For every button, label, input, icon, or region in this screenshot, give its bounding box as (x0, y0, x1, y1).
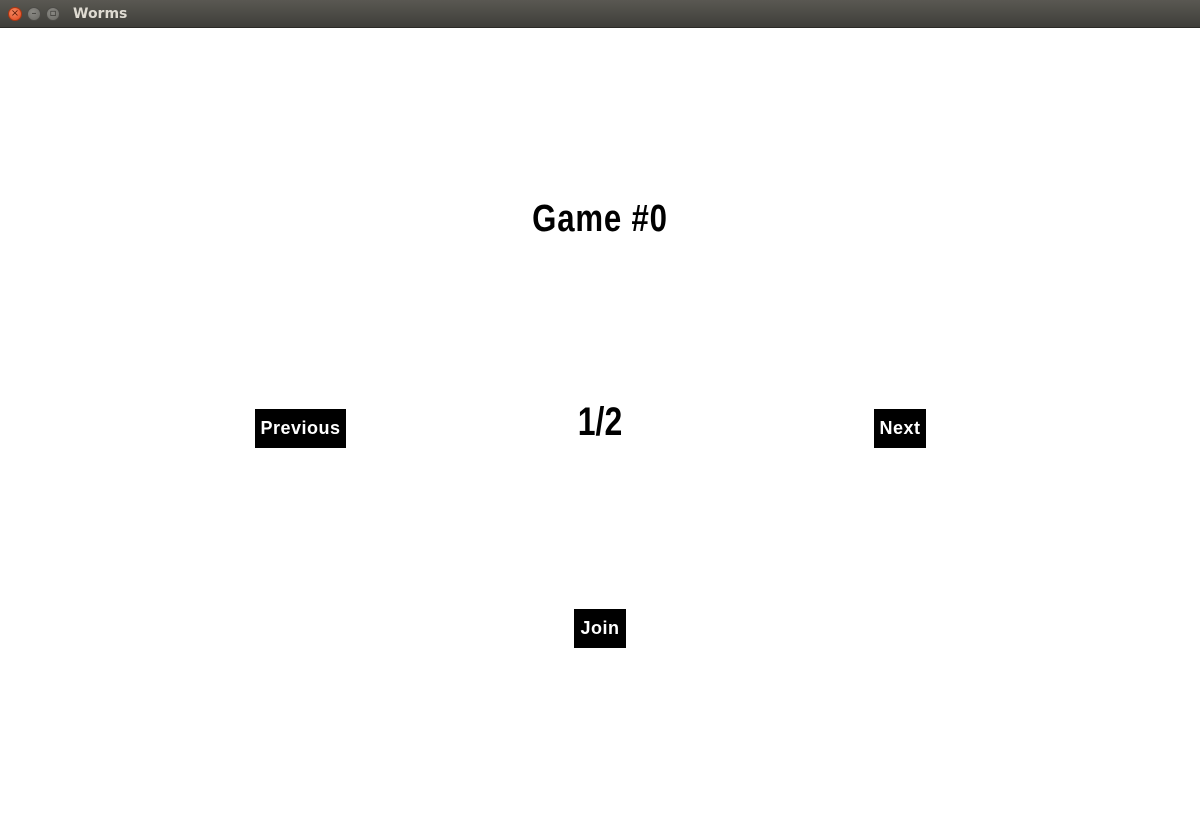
minimize-icon[interactable]: – (27, 7, 41, 21)
window-title: Worms (73, 6, 128, 22)
game-title: Game #0 (532, 198, 668, 240)
page-indicator: 1/2 (577, 400, 623, 444)
join-button[interactable]: Join (574, 609, 626, 648)
maximize-icon[interactable]: ▫ (46, 7, 60, 21)
title-bar: × – ▫ Worms (0, 0, 1200, 28)
app-window: × – ▫ Worms Game #0 Previous 1/2 Next Jo… (0, 0, 1200, 828)
next-button[interactable]: Next (874, 409, 926, 448)
close-icon[interactable]: × (8, 7, 22, 21)
